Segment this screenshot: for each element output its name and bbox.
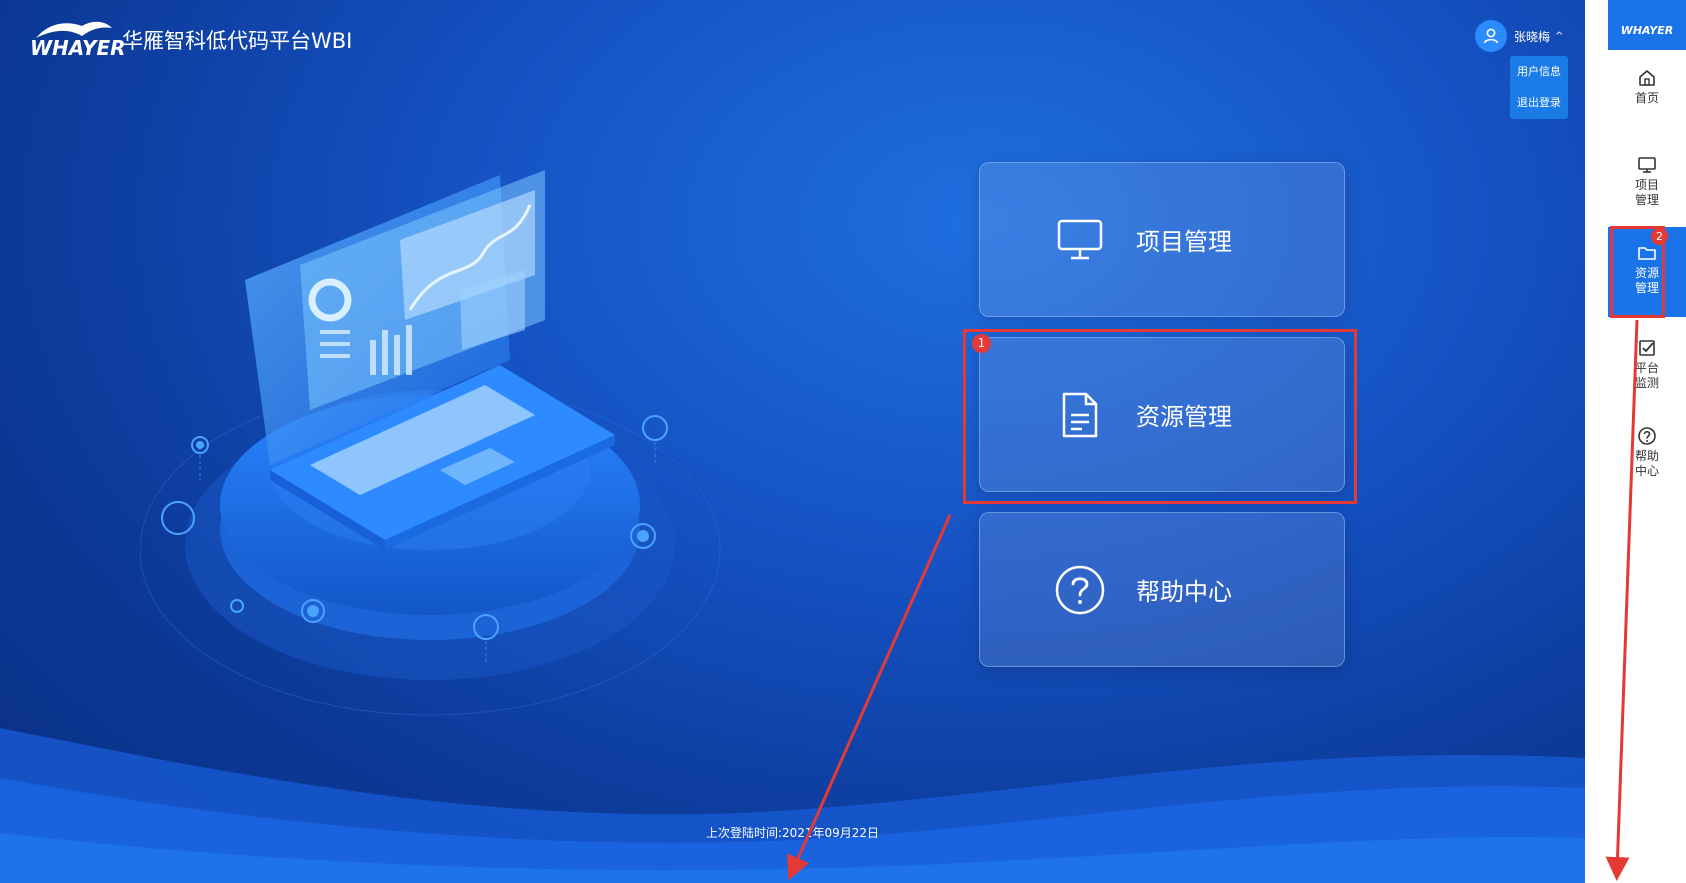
card-help-center[interactable]: 帮助中心 (979, 512, 1345, 667)
username: 张晓梅 (1514, 29, 1551, 44)
sidebar-item-platform-monitoring[interactable]: 平台监测 (1608, 338, 1686, 391)
document-icon (1052, 387, 1108, 443)
sidebar-logo[interactable]: WHAYER (1608, 0, 1686, 50)
logo-text: WHAYER (30, 36, 126, 60)
right-sidebar: WHAYER 首页 项目管理 资源管理 平台监测 帮助中心 2 (1608, 0, 1686, 883)
user-icon (1483, 28, 1499, 44)
monitor-icon (1052, 212, 1108, 268)
annotation-badge-1: 1 (972, 334, 991, 353)
folder-icon (1638, 247, 1656, 260)
logo-mark: WHAYER (30, 18, 126, 60)
user-menu-toggle[interactable]: 张晓梅 ^ (1475, 20, 1563, 52)
sidebar-item-label: 平台监测 (1634, 361, 1659, 390)
card-project-management[interactable]: 项目管理 (979, 162, 1345, 317)
card-label: 资源管理 (1136, 403, 1232, 431)
sidebar-logo-text: WHAYER (1620, 23, 1674, 37)
menu-item-logout[interactable]: 退出登录 (1510, 87, 1568, 118)
sidebar-item-project-management[interactable]: 项目管理 (1608, 155, 1686, 208)
last-login-text: 上次登陆时间:2021年09月22日 (705, 826, 880, 840)
question-circle-icon (1052, 562, 1108, 618)
sidebar-item-label: 项目管理 (1634, 178, 1659, 207)
sidebar-item-label: 资源管理 (1634, 266, 1659, 295)
menu-item-user-info[interactable]: 用户信息 (1510, 56, 1568, 87)
sidebar-item-home[interactable]: 首页 (1608, 68, 1686, 106)
home-icon (1639, 70, 1655, 86)
annotation-badge-2: 2 (1651, 228, 1668, 245)
app-title: 华雁智科低代码平台WBI (122, 29, 353, 53)
chevron-up-icon[interactable]: ^ (1555, 31, 1563, 42)
avatar[interactable] (1475, 20, 1507, 52)
checkbox-icon (1639, 340, 1655, 356)
card-resource-management[interactable]: 资源管理 (979, 337, 1345, 492)
sidebar-item-resource-management[interactable]: 资源管理 (1608, 227, 1686, 317)
laptop-illustration (140, 170, 721, 716)
sidebar-item-help-center[interactable]: 帮助中心 (1608, 426, 1686, 479)
sidebar-item-label: 首页 (1634, 91, 1659, 105)
user-dropdown: 用户信息 退出登录 (1510, 56, 1568, 119)
card-label: 项目管理 (1136, 228, 1232, 256)
card-label: 帮助中心 (1136, 578, 1232, 606)
monitor-icon (1638, 157, 1656, 173)
sidebar-item-label: 帮助中心 (1634, 449, 1659, 478)
app-logo[interactable]: WHAYER 华雁智科低代码平台WBI (30, 18, 352, 60)
question-circle-icon (1638, 427, 1656, 445)
main-screen: WHAYER 华雁智科低代码平台WBI 张晓梅 ^ 用户信息 退出登录 项目管理… (0, 0, 1585, 883)
